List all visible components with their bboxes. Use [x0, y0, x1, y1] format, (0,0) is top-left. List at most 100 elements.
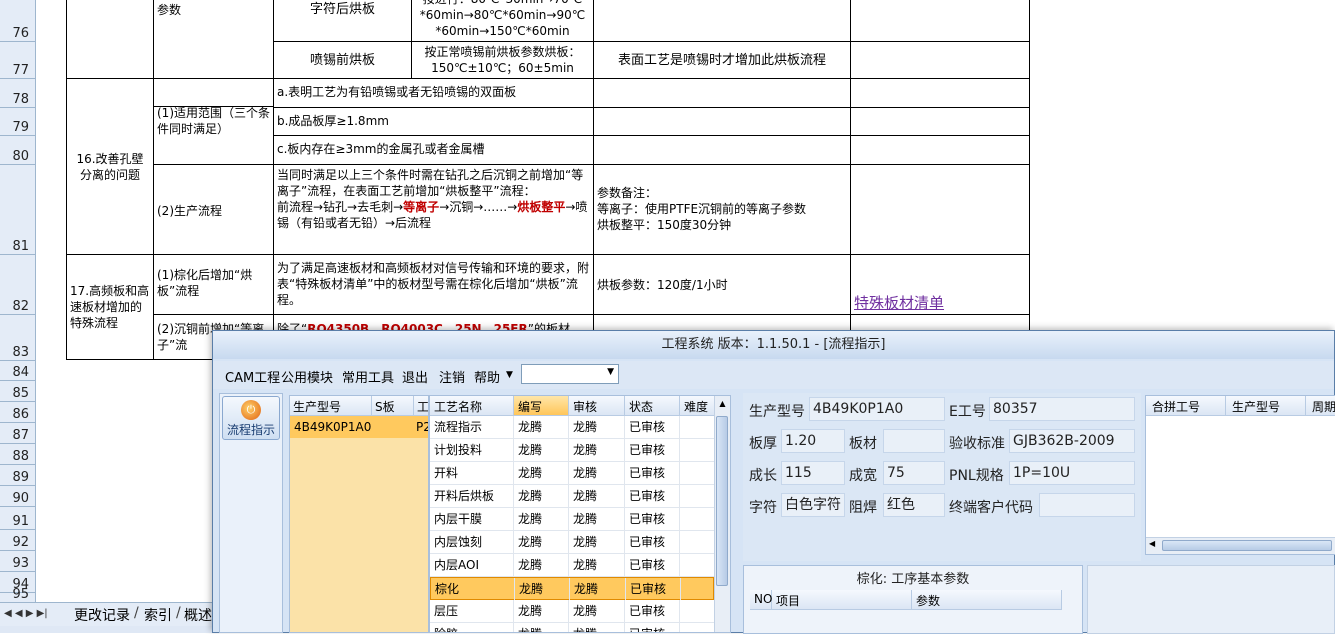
menu-bar: CAM工程 公用模块 常用工具 退出 注销 帮助 ▼ ▼	[213, 361, 1334, 389]
sheet-tab-overview[interactable]: 概述	[184, 605, 212, 625]
cell-empty	[850, 107, 1030, 136]
process-row[interactable]: 内层AOI 龙腾 龙腾 已审核	[430, 554, 716, 577]
process-row[interactable]: 流程指示 龙腾 龙腾 已审核	[430, 416, 716, 439]
menu-help[interactable]: 帮助	[474, 367, 500, 386]
model-label: 生产型号	[749, 404, 805, 420]
col-header-item[interactable]: 项目	[772, 590, 912, 610]
row-header[interactable]: 93	[0, 551, 36, 572]
row-header[interactable]: 87	[0, 423, 36, 444]
process-cell: 已审核	[625, 600, 680, 622]
sheet-tab-changelog[interactable]: 更改记录	[74, 605, 130, 625]
col-header-process-name[interactable]: 工艺名称	[430, 396, 514, 416]
process-row[interactable]: 内层干膜 龙腾 龙腾 已审核	[430, 508, 716, 531]
process-cell: 已审核	[625, 485, 680, 507]
length-field[interactable]: 115	[781, 461, 845, 485]
process-row[interactable]: 内层蚀刻 龙腾 龙腾 已审核	[430, 531, 716, 554]
row-header[interactable]: 77	[0, 42, 36, 79]
row-header[interactable]: 89	[0, 465, 36, 486]
menu-exit[interactable]: 退出	[402, 367, 428, 386]
col-header-work[interactable]: 工	[414, 396, 428, 416]
col-header-period[interactable]: 周期	[1306, 396, 1335, 416]
row-header[interactable]: 88	[0, 444, 36, 465]
cell-empty	[593, 78, 851, 108]
row-header[interactable]: 86	[0, 402, 36, 423]
sec17-title: 17.高频板和高速板材增加的特殊流程	[66, 254, 154, 360]
mask-field[interactable]: 红色	[883, 493, 945, 517]
col-header-status[interactable]: 状态	[625, 396, 680, 416]
col-header-merge-job[interactable]: 合拼工号	[1146, 396, 1226, 416]
row-header[interactable]: 79	[0, 108, 36, 136]
scroll-up-icon[interactable]: ▲	[715, 396, 730, 412]
grid-empty-area	[290, 438, 428, 632]
process-cell: 已审核	[626, 578, 681, 600]
process-cell: 龙腾	[569, 554, 625, 576]
cell-presolder-bake: 喷锡前烘板	[273, 41, 412, 79]
row-header[interactable]: 85	[0, 381, 36, 402]
col-header-model[interactable]: 生产型号	[290, 396, 372, 416]
cell-empty	[593, 0, 851, 42]
row-header[interactable]: 81	[0, 165, 36, 255]
thickness-field[interactable]: 1.20	[781, 429, 845, 453]
job-info-panel: 生产型号 4B49K0P1A0 E工号 80357 板厚 1.20 板材 验收标…	[743, 393, 1141, 561]
process-row[interactable]: 层压 龙腾 龙腾 已审核	[430, 600, 716, 623]
process-row[interactable]: 棕化 龙腾 龙腾 已审核	[430, 577, 717, 600]
flow-indication-button[interactable]: ⏻ 流程指示	[222, 396, 280, 440]
row-header[interactable]: 92	[0, 530, 36, 551]
width-field[interactable]: 75	[883, 461, 945, 485]
col-header-author[interactable]: 编写	[514, 396, 569, 416]
col-header-param[interactable]: 参数	[912, 590, 1062, 610]
material-field[interactable]	[883, 429, 945, 453]
process-cell: 内层蚀刻	[430, 531, 514, 553]
scroll-left-icon[interactable]: ◀	[1149, 539, 1155, 548]
col-header-model-2[interactable]: 生产型号	[1226, 396, 1306, 416]
char-field[interactable]: 白色字符	[781, 493, 845, 517]
cell-char-bake-params: 按进行：80℃*30min→70℃ *60min→80℃*60min→90℃ *…	[411, 0, 594, 42]
pnl-field[interactable]: 1P=10U	[1009, 461, 1135, 485]
pnl-label: PNL规格	[949, 468, 1004, 484]
row-header[interactable]: 84	[0, 361, 36, 381]
col-header-reviewer[interactable]: 审核	[569, 396, 625, 416]
row-header[interactable]: 83	[0, 315, 36, 361]
width-label: 成宽	[849, 468, 877, 484]
process-row[interactable]: 除胶龙腾龙腾已审核	[430, 623, 716, 632]
toolbar-combo[interactable]: ▼	[521, 364, 619, 384]
model-field[interactable]: 4B49K0P1A0	[809, 397, 945, 421]
col-header-s-board[interactable]: S板	[372, 396, 414, 416]
process-cell: 龙腾	[514, 462, 569, 484]
window-title-bar[interactable]: 工程系统 版本：1.1.50.1 - [流程指示]	[213, 331, 1334, 359]
row-header[interactable]: 78	[0, 79, 36, 108]
col-header-difficulty[interactable]: 难度	[680, 396, 716, 416]
process-cell: 已审核	[625, 508, 680, 530]
process-row[interactable]: 开料后烘板 龙腾 龙腾 已审核	[430, 485, 716, 508]
sec16-note: 参数备注： 等离子：使用PTFE沉铜前的等离子参数 烘板整平：150度30分钟	[593, 164, 851, 255]
help-dropdown-icon[interactable]: ▼	[506, 370, 513, 380]
process-row[interactable]: 开料 龙腾 龙腾 已审核	[430, 462, 716, 485]
flow-indication-label: 流程指示	[226, 423, 275, 437]
process-row[interactable]: 计划投料 龙腾 龙腾 已审核	[430, 439, 716, 462]
special-materials-link[interactable]: 特殊板材清单	[854, 294, 944, 312]
process-grid-scrollbar[interactable]: ▲	[714, 396, 730, 632]
col-header-no[interactable]: NO	[750, 590, 772, 610]
merge-grid-scrollbar[interactable]: ◀	[1146, 537, 1335, 554]
row-header[interactable]: 80	[0, 136, 36, 165]
row-header[interactable]: 91	[0, 507, 36, 530]
sheet-horizontal-scrollbar[interactable]	[0, 626, 215, 633]
row-header[interactable]: 82	[0, 255, 36, 315]
standard-field[interactable]: GJB362B-2009	[1009, 429, 1135, 453]
menu-cam[interactable]: CAM工程	[225, 367, 280, 386]
scrollbar-thumb[interactable]	[716, 416, 728, 586]
sheet-tab-index[interactable]: 索引	[144, 605, 172, 625]
work-cell: P2	[416, 420, 428, 434]
sec16-flow-label: (2)生产流程	[153, 164, 274, 255]
customer-code-field[interactable]	[1039, 493, 1135, 517]
menu-logout[interactable]: 注销	[439, 367, 465, 386]
row-header[interactable]: 76	[0, 0, 36, 42]
process-cell: 龙腾	[569, 485, 625, 507]
menu-tools[interactable]: 常用工具	[342, 367, 394, 386]
model-row-selected[interactable]: 4B49K0P1A0 P2	[290, 416, 428, 438]
row-header[interactable]: 90	[0, 486, 36, 507]
e-number-field[interactable]: 80357	[989, 397, 1135, 421]
scrollbar-thumb[interactable]	[1162, 540, 1332, 551]
menu-common-module[interactable]: 公用模块	[281, 367, 333, 386]
sheet-nav-icons[interactable]: ◀ ◀ ▶ ▶|	[4, 608, 48, 619]
